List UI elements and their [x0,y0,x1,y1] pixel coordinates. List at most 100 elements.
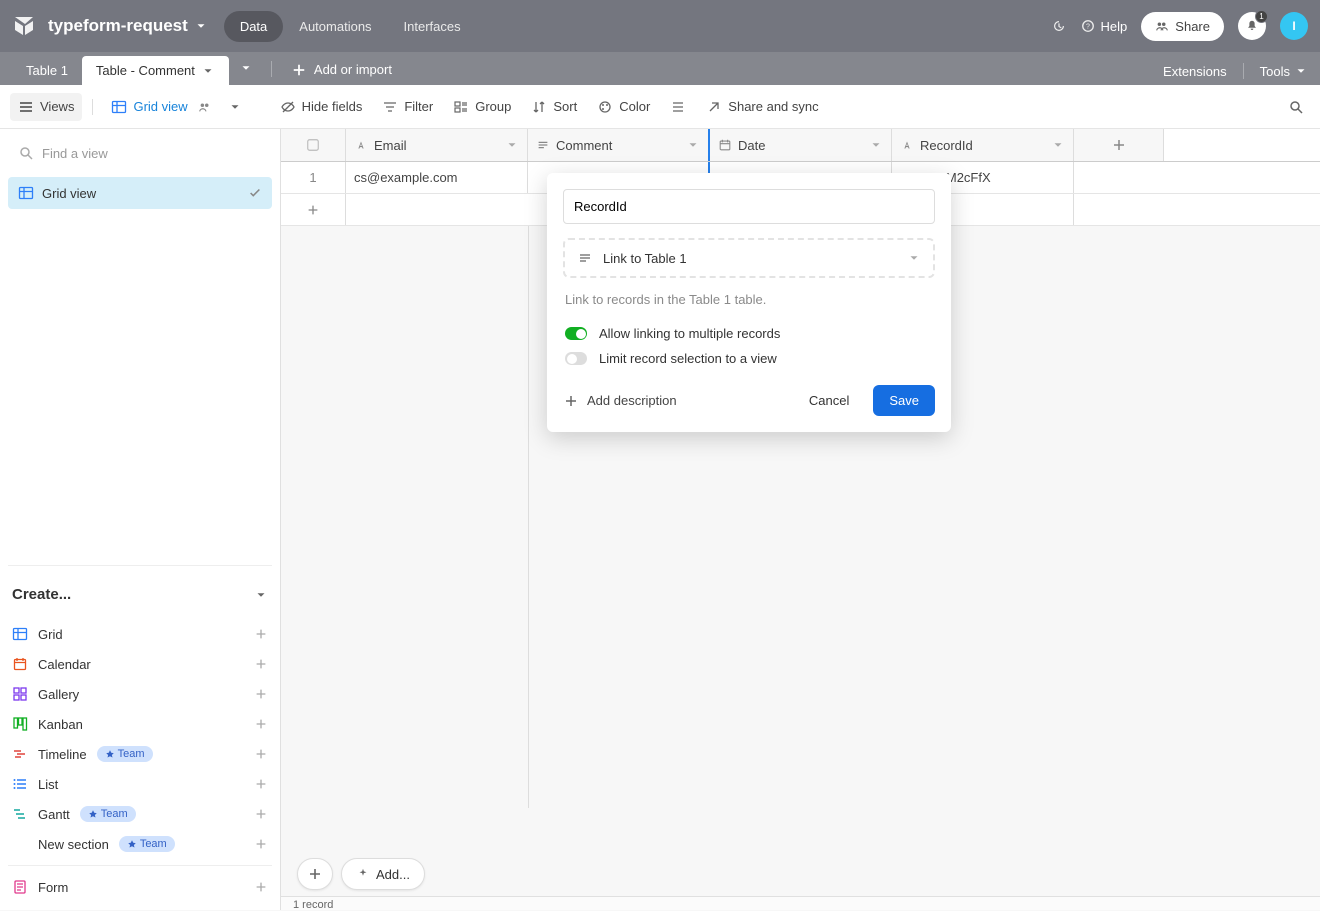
limit-view-toggle[interactable] [565,352,587,365]
chevron-down-icon [201,64,215,78]
field-name-input[interactable] [563,189,935,224]
plus-icon [254,777,268,791]
select-all-checkbox[interactable] [281,129,346,161]
chevron-down-icon[interactable] [686,138,700,152]
create-item-grid[interactable]: Grid [8,619,272,649]
top-tab-interfaces[interactable]: Interfaces [388,11,477,42]
create-item-label: List [38,777,58,792]
plus-icon [254,627,268,641]
limit-view-toggle-row: Limit record selection to a view [563,346,935,371]
column-header-email[interactable]: Email [346,129,528,161]
column-label: Email [374,138,407,153]
create-item-label: Gallery [38,687,79,702]
filter-label: Filter [404,99,433,114]
chevron-down-icon[interactable] [1051,138,1065,152]
base-name[interactable]: typeform-request [48,16,188,36]
search-button[interactable] [1282,93,1310,121]
share-sync-label: Share and sync [728,99,818,114]
allow-multiple-toggle[interactable] [565,327,587,340]
cancel-button[interactable]: Cancel [795,385,863,416]
timeline-icon [12,746,28,762]
create-item-gallery[interactable]: Gallery [8,679,272,709]
app-logo-icon [12,14,48,38]
top-tab-automations[interactable]: Automations [283,11,387,42]
field-type-selector[interactable]: Link to Table 1 [563,238,935,278]
row-height-button[interactable] [662,93,694,121]
view-item-label: Grid view [42,186,96,201]
history-icon[interactable] [1051,18,1067,34]
base-name-chevron-icon[interactable] [194,19,208,33]
create-item-list[interactable]: List [8,769,272,799]
create-item-calendar[interactable]: Calendar [8,649,272,679]
view-item-grid-view[interactable]: Grid view [8,177,272,209]
tools-button[interactable]: Tools [1260,64,1308,79]
current-view-button[interactable]: Grid view [103,93,219,121]
create-item-label: Timeline [38,747,87,762]
filter-button[interactable]: Filter [374,93,441,121]
add-dropdown-button[interactable]: Add... [341,858,425,890]
group-button[interactable]: Group [445,93,519,121]
column-label: Date [738,138,765,153]
plus-icon [306,203,320,217]
find-view-input[interactable]: Find a view [8,137,272,169]
add-or-import-button[interactable]: Add or import [280,62,404,85]
create-item-form[interactable]: Form [8,872,272,902]
help-button[interactable]: ? Help [1081,19,1128,34]
save-button[interactable]: Save [873,385,935,416]
share-sync-button[interactable]: Share and sync [698,93,826,121]
add-record-round-button[interactable] [297,858,333,890]
check-icon [248,186,262,200]
kanban-icon [12,716,28,732]
calendar-icon [718,138,732,152]
people-icon [198,100,212,114]
avatar[interactable]: I [1280,12,1308,40]
create-item-new-section[interactable]: New sectionTeam [8,829,272,859]
table-tab-comment-label: Table - Comment [96,63,195,78]
create-item-timeline[interactable]: TimelineTeam [8,739,272,769]
column-header-comment[interactable]: Comment [528,129,710,161]
add-description-button[interactable]: Add description [563,393,677,409]
views-label: Views [40,99,74,114]
notifications-button[interactable]: 1 [1238,12,1266,40]
field-type-description: Link to records in the Table 1 table. [565,292,933,307]
chevron-down-icon[interactable] [505,138,519,152]
grid-header-row: Email Comment Date RecordId [281,129,1320,162]
create-item-gantt[interactable]: GanttTeam [8,799,272,829]
view-toolbar: Views Grid view Hide fields Filter Group… [0,85,1320,129]
search-icon [1288,99,1304,115]
plus-icon [1111,137,1127,153]
column-header-recordid[interactable]: RecordId [892,129,1074,161]
svg-text:?: ? [1086,24,1090,31]
plus-icon [254,880,268,894]
top-tab-data[interactable]: Data [224,11,283,42]
filter-icon [382,99,398,115]
sort-button[interactable]: Sort [523,93,585,121]
plus-icon [254,837,268,851]
hide-fields-button[interactable]: Hide fields [272,93,371,121]
chevron-down-icon[interactable] [869,138,883,152]
view-chevron-icon[interactable] [224,96,246,118]
share-button[interactable]: Share [1141,12,1224,41]
create-item-kanban[interactable]: Kanban [8,709,272,739]
views-toggle-button[interactable]: Views [10,93,82,121]
plus-icon [254,747,268,761]
column-header-date[interactable]: Date [710,129,892,161]
top-tabs: Data Automations Interfaces [224,11,477,42]
table-tabs-chevron-icon[interactable] [229,57,263,79]
table-tab-comment[interactable]: Table - Comment [82,56,229,85]
chevron-down-icon [254,588,268,602]
record-count: 1 record [293,899,333,911]
help-label: Help [1101,19,1128,34]
color-button[interactable]: Color [589,93,658,121]
create-toggle[interactable]: Create... [8,578,272,611]
longtext-icon [536,138,550,152]
plus-icon [254,807,268,821]
create-item-label: Calendar [38,657,91,672]
cell-email[interactable]: cs@example.com [346,162,528,193]
team-badge: Team [119,836,175,852]
add-column-button[interactable] [1074,129,1164,161]
plus-icon [254,657,268,671]
notifications-badge: 1 [1255,10,1268,23]
extensions-button[interactable]: Extensions [1163,64,1227,79]
table-tab-1[interactable]: Table 1 [12,56,82,85]
